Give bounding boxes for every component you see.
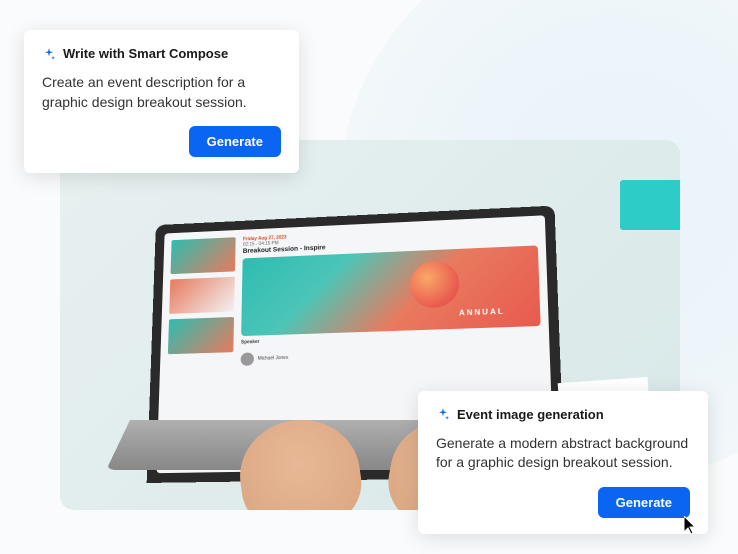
- sparkle-icon: [436, 407, 450, 421]
- event-banner: ANNUAL: [241, 245, 540, 336]
- speaker-name: Michael Jones: [258, 355, 289, 362]
- card-header: Write with Smart Compose: [42, 46, 281, 61]
- generate-button[interactable]: Generate: [189, 126, 281, 157]
- sparkle-icon: [42, 47, 56, 61]
- event-thumbnail: [171, 237, 236, 274]
- card-body: Create an event description for a graphi…: [42, 73, 281, 112]
- generate-button[interactable]: Generate: [598, 487, 690, 518]
- card-footer: Generate: [42, 126, 281, 157]
- card-footer: Generate: [436, 487, 690, 518]
- desk-book: [620, 180, 680, 230]
- smart-compose-card: Write with Smart Compose Create an event…: [24, 30, 299, 173]
- banner-orb-graphic: [410, 260, 460, 309]
- card-title: Write with Smart Compose: [63, 46, 228, 61]
- event-thumbnail: [169, 277, 235, 314]
- card-title: Event image generation: [457, 407, 604, 422]
- avatar: [241, 352, 254, 366]
- cursor-icon: [684, 516, 700, 536]
- card-body: Generate a modern abstract background fo…: [436, 434, 690, 473]
- card-header: Event image generation: [436, 407, 690, 422]
- speaker-row: Michael Jones: [241, 343, 542, 366]
- banner-text: ANNUAL: [459, 307, 505, 317]
- image-generation-card: Event image generation Generate a modern…: [418, 391, 708, 534]
- event-thumbnail: [168, 317, 234, 354]
